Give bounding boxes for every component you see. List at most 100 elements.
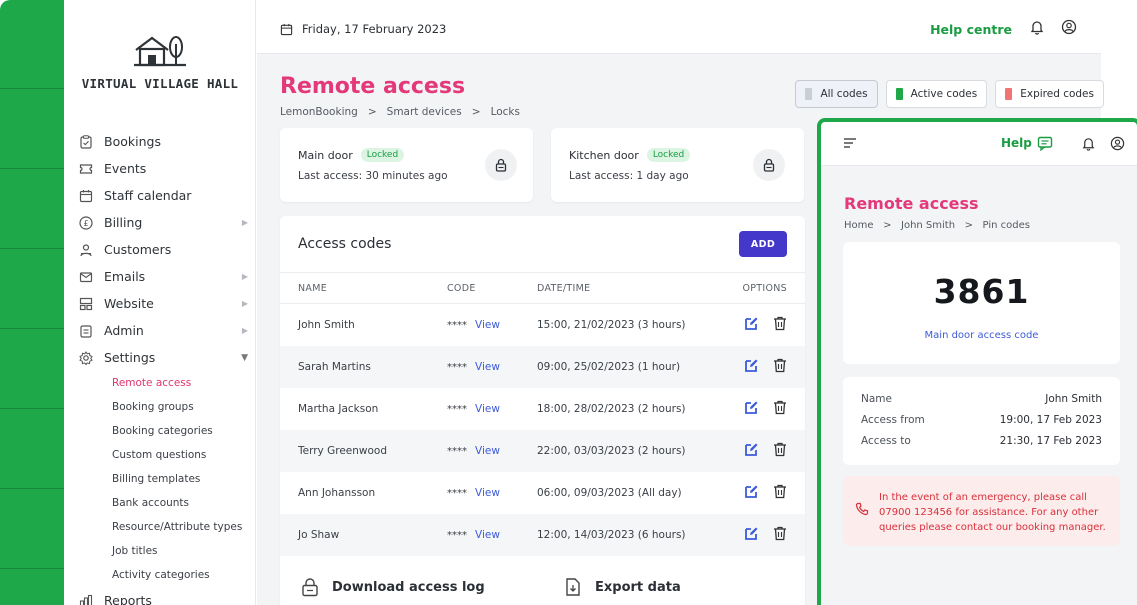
detail-key: Access from	[861, 414, 925, 426]
subnav-resource-attribute-types[interactable]: Resource/Attribute types	[112, 515, 248, 539]
export-data-card[interactable]: Export data	[543, 558, 805, 605]
clipboard-icon	[78, 134, 94, 150]
cell-code: **** View	[447, 304, 537, 346]
masked-code: ****	[447, 319, 467, 331]
edit-icon[interactable]	[744, 358, 759, 376]
pin-code-card: 3861 Main door access code	[843, 242, 1120, 364]
sidebar-item-staff-calendar[interactable]: Staff calendar	[78, 182, 248, 209]
mobile-help-link[interactable]: Help	[1001, 136, 1032, 150]
cell-options	[712, 304, 805, 346]
chat-icon[interactable]	[1037, 136, 1053, 151]
user-account-icon[interactable]	[1061, 19, 1077, 35]
detail-row: Access to 21:30, 17 Feb 2023	[861, 435, 1102, 447]
filter-all-codes-button[interactable]: All codes	[795, 80, 878, 108]
subnav-activity-categories[interactable]: Activity categories	[112, 563, 248, 587]
breadcrumb-separator: >	[876, 220, 898, 231]
cell-name: Martha Jackson	[298, 402, 379, 415]
chevron-right-icon: ▶	[241, 326, 248, 335]
cell-code: **** View	[447, 429, 537, 472]
subnav-job-titles[interactable]: Job titles	[112, 539, 248, 563]
sidebar-item-website[interactable]: Website ▶	[78, 290, 248, 317]
filter-label: Active codes	[910, 88, 978, 100]
phone-icon	[855, 502, 869, 516]
view-code-link[interactable]: View	[475, 445, 500, 457]
sidebar-item-customers[interactable]: Customers	[78, 236, 248, 263]
date-text: Friday, 17 February 2023	[302, 22, 447, 36]
cell-datetime: 12:00, 14/03/2023 (6 hours)	[537, 513, 712, 556]
breadcrumb-item[interactable]: Pin codes	[983, 220, 1030, 231]
export-data-label: Export data	[595, 580, 681, 595]
chevron-down-icon: ▼	[241, 352, 248, 363]
column-header-code: CODE	[447, 272, 537, 304]
bell-icon[interactable]	[1029, 19, 1045, 35]
view-code-link[interactable]: View	[475, 361, 500, 373]
last-access-text: Last access: 30 minutes ago	[298, 170, 448, 182]
pin-code-label[interactable]: Main door access code	[843, 330, 1120, 341]
sidebar-item-reports[interactable]: Reports	[78, 587, 248, 605]
lock-button[interactable]	[485, 149, 517, 181]
breadcrumb-item[interactable]: John Smith	[901, 220, 955, 231]
trash-icon[interactable]	[773, 442, 787, 460]
subnav-booking-groups[interactable]: Booking groups	[112, 395, 248, 419]
sidebar-item-label: Staff calendar	[104, 188, 192, 203]
cell-code: **** View	[447, 388, 537, 430]
sidebar-item-admin[interactable]: Admin ▶	[78, 317, 248, 344]
cell-options	[712, 345, 805, 388]
user-account-icon[interactable]	[1110, 136, 1125, 151]
masked-code: ****	[447, 529, 467, 541]
edit-icon[interactable]	[744, 400, 759, 418]
sidebar-item-settings[interactable]: Settings ▼	[78, 344, 248, 371]
breadcrumb-separator: >	[958, 220, 980, 231]
trash-icon[interactable]	[773, 400, 787, 418]
door-name: Kitchen door	[569, 148, 639, 162]
filter-active-codes-button[interactable]: Active codes	[885, 80, 988, 108]
edit-icon[interactable]	[744, 484, 759, 502]
help-centre-link[interactable]: Help centre	[930, 22, 1012, 37]
code-filter-group: All codes Active codes Expired codes	[795, 80, 1104, 108]
breadcrumb-item[interactable]: Smart devices	[387, 106, 462, 118]
view-code-link[interactable]: View	[475, 403, 500, 415]
breadcrumb-item[interactable]: Home	[844, 220, 874, 231]
subnav-custom-questions[interactable]: Custom questions	[112, 443, 248, 467]
subnav-billing-templates[interactable]: Billing templates	[112, 467, 248, 491]
trash-icon[interactable]	[773, 316, 787, 334]
trash-icon[interactable]	[773, 526, 787, 544]
filter-expired-codes-button[interactable]: Expired codes	[995, 80, 1104, 108]
access-codes-title: Access codes	[298, 236, 392, 252]
cell-options	[712, 513, 805, 556]
menu-icon[interactable]	[843, 137, 857, 149]
pound-icon: £	[78, 215, 94, 231]
trash-icon[interactable]	[773, 358, 787, 376]
subnav-booking-categories[interactable]: Booking categories	[112, 419, 248, 443]
sidebar-item-billing[interactable]: £ Billing ▶	[78, 209, 248, 236]
sidebar-item-label: Customers	[104, 242, 172, 257]
mobile-top-bar: Help	[821, 122, 1137, 166]
subnav-remote-access[interactable]: Remote access	[112, 371, 248, 395]
lock-button[interactable]	[753, 149, 785, 181]
sidebar-item-bookings[interactable]: Bookings	[78, 128, 248, 155]
breadcrumb-item[interactable]: Locks	[491, 106, 520, 118]
subnav-bank-accounts[interactable]: Bank accounts	[112, 491, 248, 515]
edit-icon[interactable]	[744, 526, 759, 544]
bell-icon[interactable]	[1081, 136, 1096, 151]
chevron-right-icon: ▶	[241, 299, 248, 308]
logo[interactable]: VIRTUAL VILLAGE HALL	[64, 30, 256, 91]
filter-label: All codes	[820, 88, 868, 100]
sidebar-item-emails[interactable]: Emails ▶	[78, 263, 248, 290]
trash-icon[interactable]	[773, 484, 787, 502]
sidebar-item-events[interactable]: Events	[78, 155, 248, 182]
mobile-content: Remote access Home > John Smith > Pin co…	[821, 166, 1137, 605]
calendar-icon	[280, 23, 293, 35]
top-bar: Friday, 17 February 2023 Help centre	[257, 0, 1101, 54]
download-log-card[interactable]: Download access log	[280, 558, 542, 605]
cell-code: **** View	[447, 472, 537, 514]
green-decor-bar	[0, 0, 64, 605]
view-code-link[interactable]: View	[475, 319, 500, 331]
breadcrumb-item[interactable]: LemonBooking	[280, 106, 358, 118]
add-code-button[interactable]: ADD	[739, 231, 787, 257]
edit-icon[interactable]	[744, 316, 759, 334]
view-code-link[interactable]: View	[475, 529, 500, 541]
view-code-link[interactable]: View	[475, 487, 500, 499]
edit-icon[interactable]	[744, 442, 759, 460]
breadcrumb: LemonBooking > Smart devices > Locks	[280, 106, 520, 118]
